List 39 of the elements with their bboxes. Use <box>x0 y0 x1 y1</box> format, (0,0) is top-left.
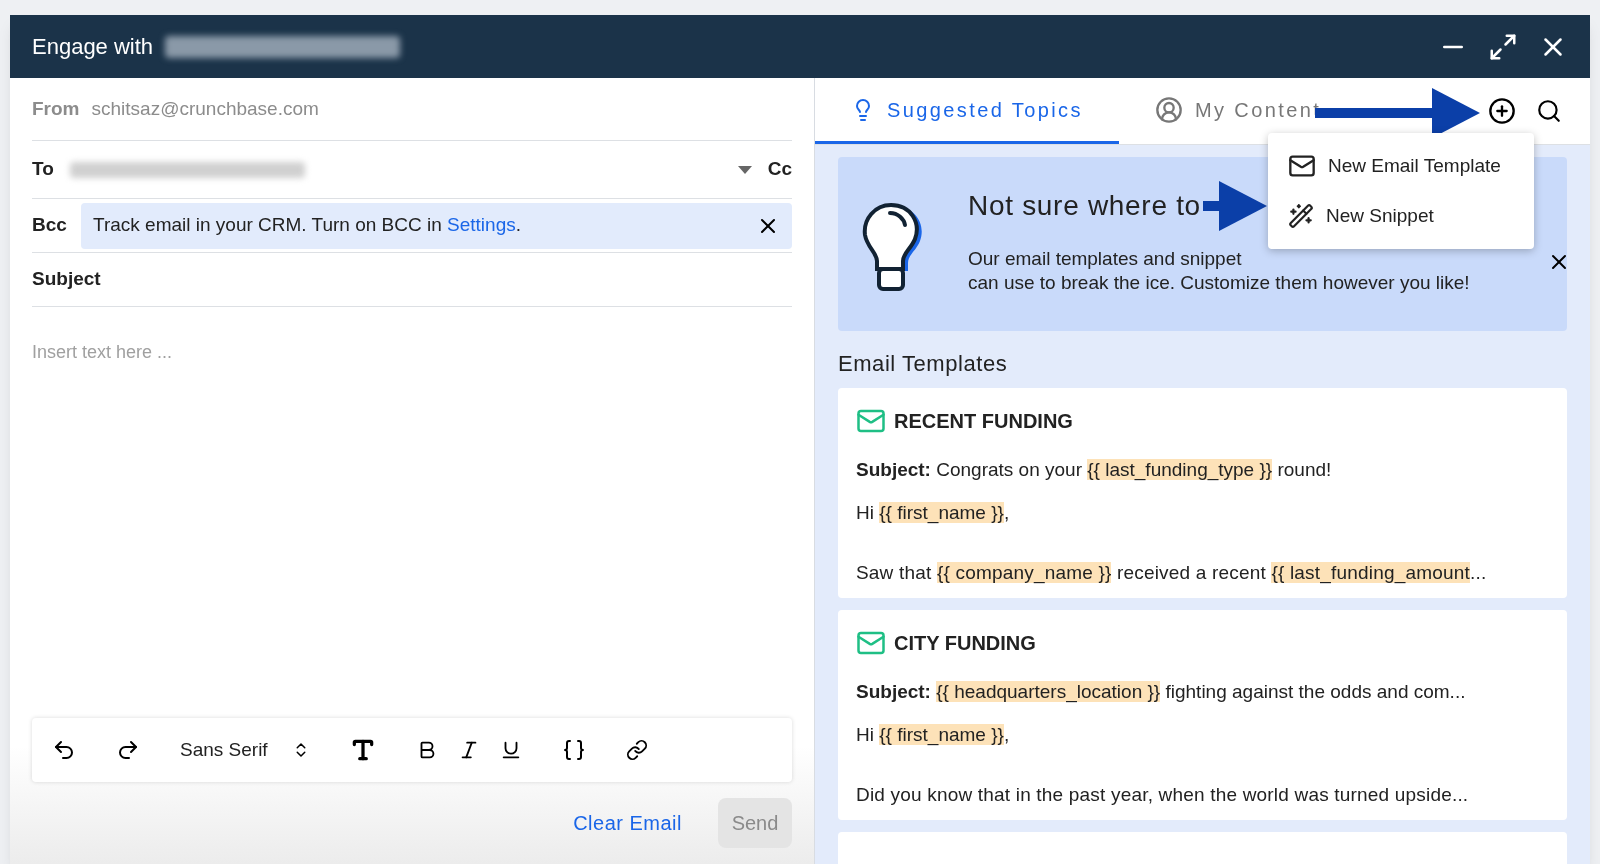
template-card[interactable]: CITY FUNDING Subject: {{ headquarters_location }} fighting against the odds and com... Hi {{ first_name }}, Did you know that in the past year, when the world was turned upside... <box>838 610 1567 820</box>
menu-item[interactable]: New Email Template <box>1268 141 1534 191</box>
banner-text: can use to break the ice. Customize them however you like! <box>968 271 1470 295</box>
banner-text: Our email templates and snippet <box>968 247 1243 271</box>
tab[interactable]: Suggested Topics <box>815 78 1119 144</box>
magic-wand-icon <box>1288 203 1314 229</box>
section-heading: Email Templates <box>838 350 1009 378</box>
from-address: schitsaz@crunchbase.com <box>91 96 319 121</box>
font-select[interactable]: Sans Serif <box>180 735 268 765</box>
subject-line: Subject: Congrats on your {{ last_funding_type }} round! <box>856 458 1333 483</box>
from-label: From <box>32 96 80 121</box>
add-icon[interactable] <box>1488 97 1516 125</box>
window-title: Engage with <box>32 33 154 61</box>
preview-line: Did you know that in the past year, when the world was turned upside... <box>856 783 1470 807</box>
redo-icon[interactable] <box>116 738 140 762</box>
search-icon[interactable] <box>1536 98 1562 124</box>
clear-email-button[interactable]: Clear Email <box>573 808 682 838</box>
maximize-icon[interactable] <box>1488 31 1518 62</box>
to-label: To <box>32 157 54 182</box>
subject-label: Subject <box>32 267 101 292</box>
greeting-line: Hi {{ first_name }}, <box>856 722 1011 748</box>
greeting-line: Hi {{ first_name }}, <box>856 500 1011 526</box>
notice-text: Track email in your CRM. Turn on BCC in Settings. <box>93 213 521 238</box>
card-title: RECENT FUNDING <box>894 409 1073 434</box>
banner-heading: Not sure where to <box>968 189 1201 223</box>
subject-line: Subject: {{ headquarters_location }} fighting against the odds and com... <box>856 680 1467 705</box>
settings-link[interactable]: Settings <box>447 214 516 236</box>
bcc-label: Bcc <box>32 213 68 238</box>
annotation-arrow <box>1203 181 1267 231</box>
card-title: CITY FUNDING <box>894 631 1036 656</box>
menu-item[interactable]: New Snippet <box>1268 191 1534 241</box>
template-card[interactable]: RECENT FUNDING Subject: Congrats on your {{ last_funding_type }} round! Hi {{ first_name }}, Saw that {{ company_name }} received a recent {{ last_funding_amount... <box>838 388 1567 598</box>
braces-icon[interactable] <box>561 738 586 762</box>
preview-line: Saw that {{ company_name }} received a recent {{ last_funding_amount... <box>856 561 1488 586</box>
cc-button[interactable]: Cc <box>767 155 792 184</box>
user-icon <box>1154 95 1183 124</box>
undo-icon[interactable] <box>52 738 76 762</box>
link-icon[interactable] <box>625 739 648 761</box>
dropdown-icon[interactable] <box>737 165 752 174</box>
